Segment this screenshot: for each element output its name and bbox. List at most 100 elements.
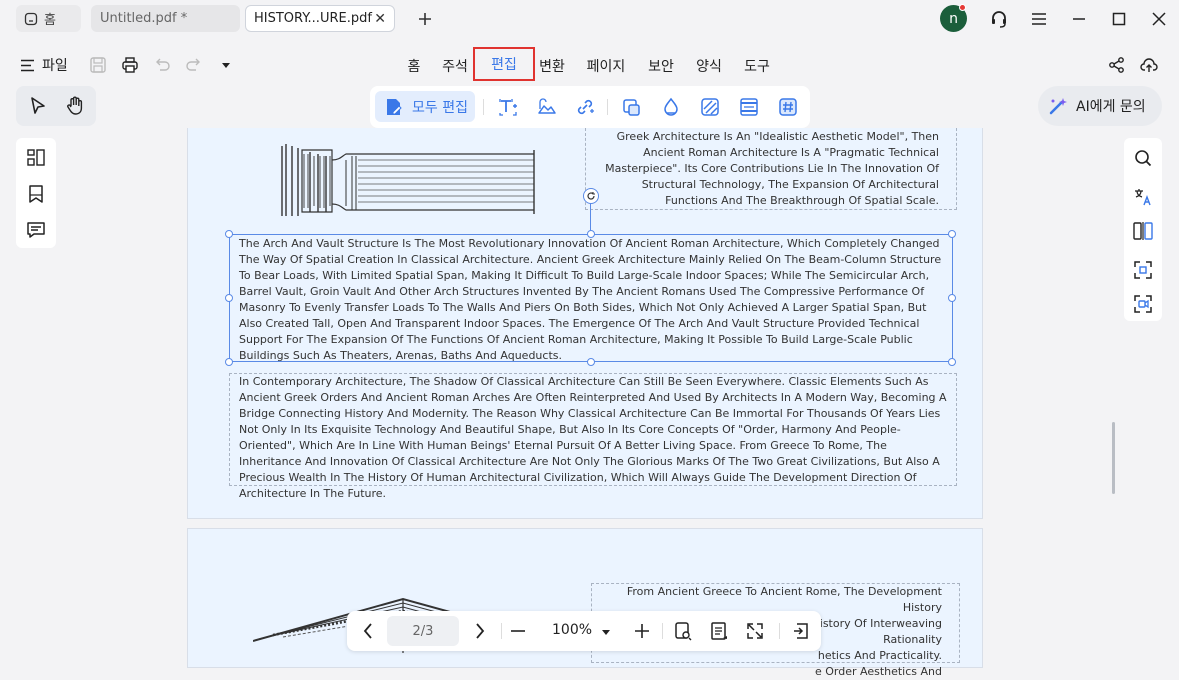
header-footer-icon[interactable] xyxy=(739,97,759,117)
support-button[interactable] xyxy=(987,8,1011,30)
save-icon[interactable] xyxy=(89,56,107,74)
zoom-dropdown-icon[interactable] xyxy=(599,621,613,641)
file-menu-label: 파일 xyxy=(42,58,68,74)
tab-tools[interactable]: 도구 xyxy=(742,53,772,79)
bookmark-icon[interactable] xyxy=(25,183,47,205)
collapse-toolbar-icon[interactable] xyxy=(791,621,811,641)
background-icon[interactable] xyxy=(700,97,720,117)
next-page-icon[interactable] xyxy=(470,621,490,641)
page3-line: e Order Aesthetics And xyxy=(814,665,942,678)
tab-home[interactable]: 홈 xyxy=(16,5,81,32)
tab-annotate[interactable]: 주석 xyxy=(440,53,470,79)
share-icon[interactable] xyxy=(1108,56,1126,74)
resize-handle[interactable] xyxy=(948,358,956,366)
plus-icon xyxy=(419,13,431,25)
search-icon[interactable] xyxy=(1132,147,1154,169)
comments-icon[interactable] xyxy=(25,219,47,241)
tab-security[interactable]: 보안 xyxy=(646,53,676,79)
ai-ask-button[interactable]: AI에게 문의 xyxy=(1038,86,1162,126)
add-text-icon[interactable] xyxy=(498,97,518,117)
screen-record-icon[interactable] xyxy=(1132,293,1154,315)
text-box-contemporary[interactable]: In Contemporary Architecture, The Shadow… xyxy=(229,373,957,500)
tab-form[interactable]: 양식 xyxy=(694,53,724,79)
bates-number-icon[interactable] xyxy=(778,97,798,117)
resize-handle[interactable] xyxy=(948,230,956,238)
crop-page-icon[interactable] xyxy=(621,97,641,117)
tab-home-nav[interactable]: 홈 xyxy=(404,53,424,79)
resize-handle[interactable] xyxy=(587,230,595,238)
cloud-upload-icon[interactable] xyxy=(1140,56,1158,74)
translate-icon[interactable] xyxy=(1132,186,1154,208)
ai-sparkle-icon xyxy=(1049,98,1067,115)
left-sidebar xyxy=(16,138,56,248)
close-window-icon xyxy=(1152,12,1166,26)
fullscreen-icon[interactable] xyxy=(745,621,765,641)
tab-convert[interactable]: 변환 xyxy=(537,53,567,79)
tab-untitled[interactable]: Untitled.pdf * xyxy=(91,5,240,32)
avatar-letter: n xyxy=(949,10,958,27)
tab-edit[interactable]: 편집 xyxy=(473,47,535,81)
thumbnails-icon[interactable] xyxy=(25,147,47,169)
link-icon[interactable] xyxy=(575,97,595,117)
rotate-handle[interactable] xyxy=(583,188,599,204)
tab-home-label: 홈 xyxy=(44,13,56,28)
pdf-page-2: Greek Architecture Is An "Idealistic Aes… xyxy=(187,128,983,519)
minimize-icon xyxy=(1073,18,1085,20)
zoom-level[interactable]: 100% xyxy=(552,622,592,638)
zoom-out-icon[interactable] xyxy=(508,621,528,641)
notification-dot xyxy=(959,4,966,11)
minimize-button[interactable] xyxy=(1067,8,1091,30)
hand-icon[interactable] xyxy=(64,95,86,117)
tab-edit-label: 편집 xyxy=(491,57,517,73)
screenshot-icon[interactable] xyxy=(1132,259,1154,281)
maximize-button[interactable] xyxy=(1107,8,1131,30)
toolbar-divider xyxy=(607,99,608,115)
text-box-arch-vault[interactable]: The Arch And Vault Structure Is The Most… xyxy=(229,234,953,362)
tab-page[interactable]: 페이지 xyxy=(584,53,628,79)
compare-icon[interactable] xyxy=(1132,220,1154,242)
close-icon[interactable]: ✕ xyxy=(374,11,386,27)
resize-handle[interactable] xyxy=(225,294,233,302)
edit-tools-group: 모두 편집 xyxy=(370,86,810,128)
add-image-icon[interactable] xyxy=(537,97,557,117)
ai-ask-label: AI에게 문의 xyxy=(1076,99,1146,115)
watermark-icon[interactable] xyxy=(661,97,681,117)
toolbar-divider xyxy=(662,623,663,639)
hamburger-icon xyxy=(21,59,34,71)
file-menu[interactable]: 파일 xyxy=(20,55,68,75)
prev-page-icon[interactable] xyxy=(358,621,378,641)
toolbar-divider xyxy=(501,623,502,639)
tab-history[interactable]: HISTORY...URE.pdf ✕ xyxy=(245,5,395,32)
text-box-arch-vault-content: The Arch And Vault Structure Is The Most… xyxy=(239,237,942,362)
undo-icon[interactable] xyxy=(153,56,171,74)
right-sidebar xyxy=(1124,138,1162,321)
edit-all-icon xyxy=(387,98,402,115)
cursor-icon[interactable] xyxy=(27,95,49,117)
page-indicator: 2/3 xyxy=(412,623,434,639)
edit-all-button[interactable]: 모두 편집 xyxy=(375,91,475,122)
text-box-intro[interactable]: Greek Architecture Is An "Idealistic Aes… xyxy=(585,128,957,210)
close-window-button[interactable] xyxy=(1147,8,1171,30)
resize-handle[interactable] xyxy=(587,358,595,366)
maximize-icon xyxy=(1112,12,1126,26)
resize-handle[interactable] xyxy=(225,358,233,366)
resize-handle[interactable] xyxy=(225,230,233,238)
tab-page-label: 페이지 xyxy=(586,59,626,75)
page-number-field[interactable]: 2/3 xyxy=(387,616,459,646)
menu-button[interactable] xyxy=(1027,8,1051,30)
text-box-contemporary-content: In Contemporary Architecture, The Shadow… xyxy=(239,375,947,500)
page-navigation-bar: 2/3 100% xyxy=(347,611,821,651)
home-icon xyxy=(24,12,38,25)
zoom-in-icon[interactable] xyxy=(632,621,652,641)
new-tab-button[interactable] xyxy=(413,8,437,30)
resize-handle[interactable] xyxy=(948,294,956,302)
redo-icon[interactable] xyxy=(185,56,203,74)
read-mode-icon[interactable] xyxy=(709,621,729,641)
dropdown-caret-icon[interactable] xyxy=(217,56,235,74)
tab-home-nav-label: 홈 xyxy=(407,59,421,75)
scrollbar-thumb[interactable] xyxy=(1112,422,1115,494)
tab-untitled-label: Untitled.pdf * xyxy=(100,11,188,26)
hamburger-icon xyxy=(1032,13,1046,25)
page-display-icon[interactable] xyxy=(673,621,693,641)
print-icon[interactable] xyxy=(121,56,139,74)
